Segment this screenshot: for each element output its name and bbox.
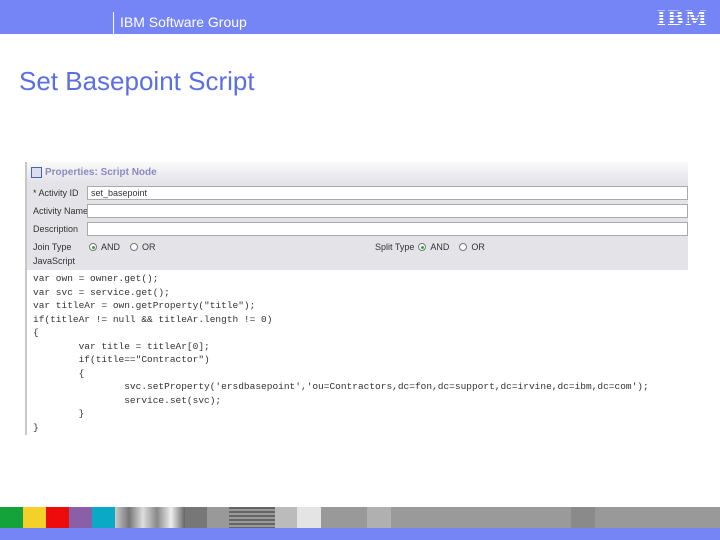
activity-name-field[interactable]: [87, 204, 688, 218]
description-label: Description: [33, 224, 79, 234]
join-and-radio[interactable]: [89, 243, 97, 251]
decorative-image-strip: [0, 507, 720, 528]
split-or-label: OR: [471, 242, 485, 252]
split-type-label: Split Type: [375, 242, 415, 252]
javascript-label: JavaScript: [33, 256, 76, 266]
panel-title: Properties: Script Node: [27, 162, 688, 184]
ibm-logo: IBM: [656, 6, 708, 30]
group-name: IBM Software Group: [113, 12, 247, 34]
activity-name-label: Activity Name: [33, 206, 89, 216]
join-or-label: OR: [142, 242, 156, 252]
footer-bar: [0, 528, 720, 540]
description-field[interactable]: [87, 222, 688, 236]
join-type-label: Join Type: [33, 242, 72, 252]
script-editor[interactable]: var own = owner.get(); var svc = service…: [27, 270, 688, 435]
join-or-radio[interactable]: [130, 243, 139, 251]
header-bar: IBM Software Group IBM: [0, 0, 720, 34]
properties-panel: Properties: Script Node * Activity ID set…: [25, 162, 688, 435]
properties-icon: [31, 167, 42, 178]
split-and-radio[interactable]: [418, 243, 427, 251]
activity-id-field[interactable]: set_basepoint: [87, 186, 688, 200]
activity-id-label: * Activity ID: [33, 188, 79, 198]
join-and-label: AND: [101, 242, 121, 252]
slide-title: Set Basepoint Script: [19, 66, 255, 96]
split-and-label: AND: [430, 242, 450, 252]
split-or-radio[interactable]: [459, 243, 468, 251]
